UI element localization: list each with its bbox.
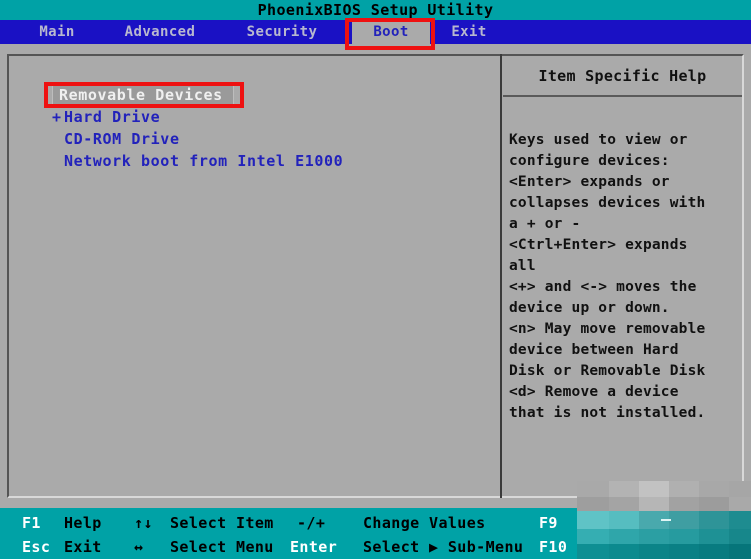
boot-item-network-boot[interactable]: Network boot from Intel E1000	[52, 150, 482, 172]
menu-bar: Main Advanced Security Boot Exit	[0, 20, 751, 44]
help-line: a + or -	[509, 216, 581, 232]
boot-item-removable-devices[interactable]: Removable Devices	[52, 84, 234, 106]
help-line: <Ctrl+Enter> expands	[509, 237, 688, 253]
status-desc-select-menu: Select Menu	[170, 538, 274, 556]
status-desc-select-submenu: Select ▶ Sub-Menu	[363, 538, 524, 556]
tab-security[interactable]: Security	[232, 20, 332, 44]
help-panel-body: Keys used to view or configure devices: <E…	[509, 130, 745, 424]
menu-underline	[0, 44, 751, 49]
boot-item-label: Hard Drive	[64, 108, 161, 126]
page-title: PhoenixBIOS Setup Utility	[257, 1, 494, 19]
help-line: Disk or Removable Disk	[509, 363, 706, 379]
status-desc-select-item: Select Item	[170, 514, 274, 532]
tab-exit[interactable]: Exit	[442, 20, 496, 44]
tab-advanced[interactable]: Advanced	[110, 20, 210, 44]
boot-item-label: Removable Devices	[59, 86, 223, 104]
bios-setup-screen: PhoenixBIOS Setup Utility Main Advanced …	[0, 0, 751, 559]
help-panel-title: Item Specific Help	[538, 66, 707, 85]
help-line: <+> and <-> moves the	[509, 279, 697, 295]
status-key-f10[interactable]: F10	[539, 538, 567, 556]
status-key-updown: ↑↓	[134, 514, 153, 532]
help-line: that is not installed.	[509, 405, 706, 421]
status-key-esc[interactable]: Esc	[22, 538, 50, 556]
help-panel-header: Item Specific Help	[503, 56, 742, 97]
status-key-f1[interactable]: F1	[22, 514, 41, 532]
boot-item-hard-drive[interactable]: + Hard Drive	[52, 106, 482, 128]
help-line: <Enter> expands or	[509, 174, 670, 190]
boot-item-label: Network boot from Intel E1000	[64, 152, 344, 170]
help-line: device between Hard	[509, 342, 679, 358]
status-desc-help: Help	[64, 514, 102, 532]
item-specific-help-panel: Item Specific Help Keys used to view or c…	[503, 56, 744, 496]
tab-boot[interactable]: Boot	[352, 20, 430, 44]
status-bar: F1 Help ↑↓ Select Item -/+ Change Values…	[0, 508, 751, 559]
status-key-leftright: ↔	[134, 538, 144, 556]
boot-order-list: Removable Devices + Hard Drive CD-ROM Dr…	[52, 84, 482, 172]
boot-item-cdrom-drive[interactable]: CD-ROM Drive	[52, 128, 482, 150]
status-desc-exit: Exit	[64, 538, 102, 556]
help-line: all	[509, 258, 536, 274]
help-line: collapses devices with	[509, 195, 706, 211]
help-line: <d> Remove a device	[509, 384, 679, 400]
status-key-enter[interactable]: Enter	[290, 538, 337, 556]
help-line: device up or down.	[509, 300, 670, 316]
title-bar: PhoenixBIOS Setup Utility	[0, 0, 751, 20]
help-line: configure devices:	[509, 153, 670, 169]
panel-divider	[500, 54, 502, 498]
status-key-f9[interactable]: F9	[539, 514, 558, 532]
status-key-minus-plus: -/+	[297, 514, 326, 532]
tab-main[interactable]: Main	[26, 20, 88, 44]
help-line: Keys used to view or	[509, 132, 688, 148]
status-desc-change-values: Change Values	[363, 514, 486, 532]
help-line: <n> May move removable	[509, 321, 706, 337]
expand-plus-icon: +	[52, 108, 62, 126]
boot-item-label: CD-ROM Drive	[64, 130, 180, 148]
